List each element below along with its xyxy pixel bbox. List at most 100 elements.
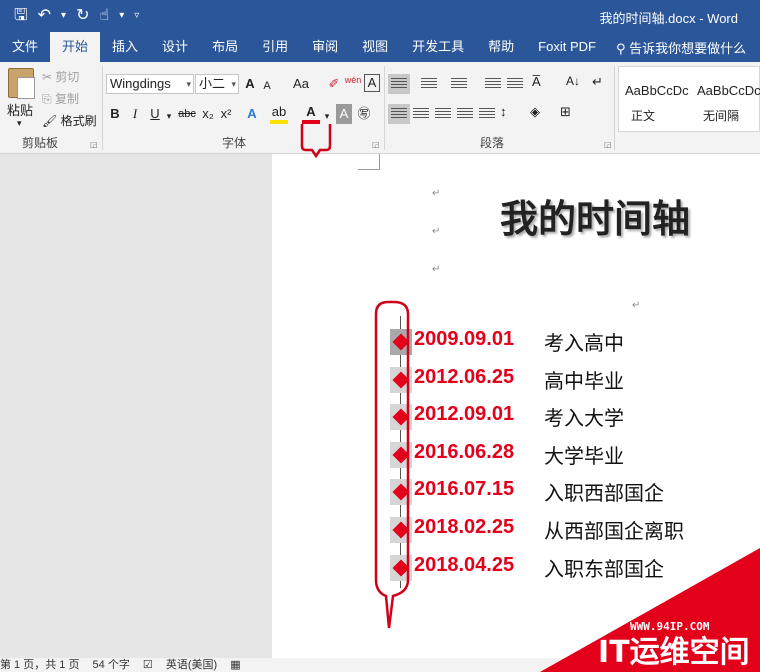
text-effects-icon[interactable]: A (244, 104, 260, 124)
superscript-button[interactable]: x² (218, 104, 234, 124)
font-color-button[interactable]: A (302, 104, 320, 124)
tab-developer[interactable]: 开发工具 (400, 32, 476, 62)
timeline-marker (390, 555, 412, 581)
distributed-button[interactable] (476, 104, 498, 124)
justify-icon (457, 108, 473, 120)
underline-dropdown-icon[interactable]: ▾ (164, 106, 174, 126)
italic-button[interactable]: I (128, 104, 142, 124)
highlight-icon[interactable]: ab (270, 104, 288, 124)
paste-button-label[interactable]: 粘贴 (7, 100, 33, 119)
clear-format-icon[interactable]: ✐ (326, 74, 342, 94)
tab-review[interactable]: 审阅 (300, 32, 350, 62)
styles-gallery: AaBbCcDc 正文 AaBbCcDc 无间隔 (618, 66, 760, 132)
justify-button[interactable] (454, 104, 476, 124)
window-title: 我的时间轴.docx - Word (599, 11, 738, 26)
align-center-button[interactable] (410, 104, 432, 124)
enclose-characters-icon[interactable]: ㊢ (356, 104, 372, 124)
timeline-entry[interactable]: 2016.07.15 入职西部国企 (390, 476, 730, 506)
align-right-button[interactable] (432, 104, 454, 124)
decrease-indent-button[interactable] (482, 74, 504, 94)
timeline-marker (390, 442, 412, 468)
asian-layout-icon[interactable]: A̅ (532, 74, 554, 94)
paragraph-launcher-icon[interactable]: ◲ (604, 140, 612, 149)
font-launcher-icon[interactable]: ◲ (372, 140, 380, 149)
bold-button[interactable]: B (108, 104, 122, 124)
line-spacing-icon[interactable]: ↕ (500, 104, 522, 124)
sort-icon[interactable]: A↓ (566, 74, 588, 94)
clipboard-launcher-icon[interactable]: ◲ (90, 140, 98, 149)
diamond-icon (392, 521, 410, 539)
font-size-dropdown[interactable]: 小二 ▾ (195, 74, 239, 94)
borders-icon[interactable]: ⊞ (560, 104, 582, 124)
undo-icon[interactable]: ↶ (38, 6, 51, 26)
copy-button[interactable]: ⎘ 复制 (42, 90, 79, 107)
timeline-entry[interactable]: 2016.06.28 大学毕业 (390, 439, 730, 469)
tab-layout[interactable]: 布局 (200, 32, 250, 62)
show-marks-icon[interactable]: ↵ (592, 74, 614, 94)
phonetic-guide-button[interactable]: wén (344, 70, 362, 90)
timeline-marker (390, 479, 412, 505)
style-sample: AaBbCcDc (697, 83, 760, 98)
style-normal[interactable]: AaBbCcDc 正文 (619, 67, 690, 131)
timeline-entry[interactable]: 2018.02.25 从西部国企离职 (390, 514, 730, 544)
proofing-icon[interactable]: ☑ (143, 659, 153, 671)
character-border-icon[interactable]: A (364, 74, 380, 92)
font-color-dropdown-icon[interactable]: ▾ (322, 106, 332, 126)
bullets-button[interactable] (388, 74, 410, 94)
copy-label: 复制 (54, 92, 79, 106)
paragraph-mark: ↵ (432, 226, 441, 237)
word-count[interactable]: 54 个字 (93, 659, 130, 671)
shrink-font-button[interactable]: A (260, 76, 274, 96)
group-divider (614, 66, 615, 150)
tab-foxit-pdf[interactable]: Foxit PDF (526, 32, 608, 62)
style-no-spacing[interactable]: AaBbCcDc 无间隔 (691, 67, 760, 131)
numbering-button[interactable] (418, 74, 440, 94)
multilevel-list-icon (451, 78, 467, 90)
language-indicator[interactable]: 英语(美国) (166, 659, 217, 671)
numbering-icon (421, 78, 437, 90)
multilevel-list-button[interactable] (448, 74, 470, 94)
timeline-event: 高中毕业 (544, 369, 624, 393)
customize-qat-icon[interactable]: ▿ (134, 6, 139, 26)
align-left-button[interactable] (388, 104, 410, 124)
copy-icon: ⎘ (42, 92, 52, 106)
timeline-event: 考入高中 (544, 331, 624, 355)
grow-font-button[interactable]: A (242, 74, 258, 94)
underline-button[interactable]: U (148, 104, 162, 124)
timeline-marker (390, 367, 412, 393)
save-icon[interactable]: 🖫 (14, 6, 28, 26)
tab-design[interactable]: 设计 (150, 32, 200, 62)
paste-icon[interactable] (8, 68, 35, 99)
timeline-entry[interactable]: 2009.09.01 考入高中 (390, 326, 730, 356)
increase-indent-button[interactable] (504, 74, 526, 94)
strikethrough-button[interactable]: abc (176, 104, 198, 124)
font-name-dropdown[interactable]: Wingdings ▾ (106, 74, 194, 94)
tab-help[interactable]: 帮助 (476, 32, 526, 62)
subscript-button[interactable]: x₂ (200, 104, 216, 124)
undo-dropdown-icon[interactable]: ▾ (61, 6, 66, 26)
shading-icon[interactable]: ◈ (530, 104, 552, 124)
timeline-entry[interactable]: 2012.06.25 高中毕业 (390, 364, 730, 394)
align-right-icon (435, 108, 451, 120)
align-center-icon (413, 108, 429, 120)
tab-view[interactable]: 视图 (350, 32, 400, 62)
timeline-entry[interactable]: 2012.09.01 考入大学 (390, 401, 730, 431)
tab-insert[interactable]: 插入 (100, 32, 150, 62)
group-divider (384, 66, 385, 150)
tell-me-box[interactable]: ⚲ 告诉我你想要做什么 (616, 38, 746, 57)
bullets-icon (391, 78, 407, 90)
format-painter-button[interactable]: 🖌 格式刷 (42, 112, 97, 129)
cut-button[interactable]: ✂ 剪切 (42, 68, 79, 85)
paste-dropdown-icon[interactable]: ▾ (17, 118, 22, 129)
redo-icon[interactable]: ↻ (76, 6, 89, 26)
page-count[interactable]: 第 1 页，共 1 页 (0, 659, 79, 671)
tab-home[interactable]: 开始 (50, 32, 101, 62)
macro-icon[interactable]: ▦ (230, 659, 240, 671)
touch-dropdown-icon[interactable]: ▾ (119, 6, 124, 26)
touch-mode-icon[interactable]: ☝ (99, 6, 109, 26)
ribbon-tabs: 文件 开始 插入 设计 布局 引用 审阅 视图 开发工具 帮助 Foxit PD… (0, 32, 760, 62)
character-shading-icon[interactable]: A (336, 104, 352, 124)
tab-references[interactable]: 引用 (250, 32, 300, 62)
change-case-button[interactable]: Aa (288, 74, 314, 94)
tab-file[interactable]: 文件 (0, 32, 50, 62)
